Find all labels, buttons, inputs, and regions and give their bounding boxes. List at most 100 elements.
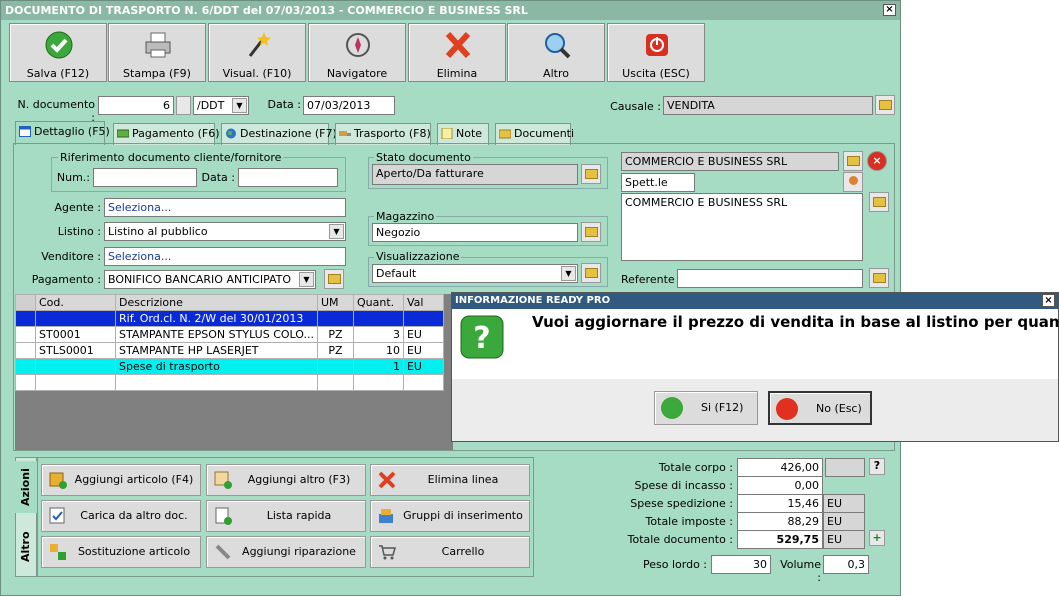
magnifier-icon bbox=[545, 33, 571, 59]
help-button[interactable]: ? bbox=[869, 458, 885, 475]
add-other-button[interactable]: Aggiungi altro (F3) bbox=[206, 464, 366, 496]
tab-pagamento[interactable]: Pagamento (F6) bbox=[113, 123, 220, 145]
delete-line-button[interactable]: Elimina linea bbox=[370, 464, 530, 496]
ref-num-input[interactable] bbox=[93, 168, 197, 187]
table-row[interactable]: Spese di trasporto 1 EU bbox=[15, 358, 444, 375]
lines-table[interactable]: Cod. Descrizione UM Quant. Val Rif. Ord.cl. … bbox=[15, 294, 444, 391]
delete-x-icon bbox=[378, 471, 396, 489]
referente-folder-button[interactable] bbox=[869, 268, 889, 288]
volume-label: Volume : bbox=[780, 558, 821, 584]
table-row[interactable]: STLS0001 STAMPANTE HP LASERJET PZ 10 EU bbox=[15, 342, 444, 359]
stato-folder-button[interactable] bbox=[581, 164, 601, 184]
series-select[interactable]: /DDT ▼ bbox=[193, 96, 249, 115]
printer-icon bbox=[145, 32, 171, 58]
add-total-icon[interactable]: + bbox=[869, 530, 885, 546]
doc-number-input[interactable]: 6 bbox=[98, 96, 174, 115]
navigator-button[interactable]: Navigatore bbox=[308, 23, 406, 82]
pagamento-folder-button[interactable] bbox=[324, 269, 344, 289]
tab-destinazione[interactable]: Destinazione (F7) bbox=[221, 123, 337, 145]
power-icon bbox=[646, 34, 668, 56]
table-row[interactable] bbox=[15, 374, 444, 391]
checklist-icon bbox=[49, 507, 65, 524]
cart-button[interactable]: Carrello bbox=[370, 536, 530, 568]
yes-button[interactable]: Si (F12) bbox=[654, 391, 758, 425]
magazzino-folder-button[interactable] bbox=[581, 222, 601, 242]
totale-corpo-extra bbox=[825, 458, 865, 477]
delete-button[interactable]: Elimina bbox=[408, 23, 506, 82]
tab-azioni[interactable]: Azioni bbox=[15, 461, 37, 513]
add-article-button[interactable]: Aggiungi articolo (F4) bbox=[41, 464, 201, 496]
reference-group-title: Riferimento documento cliente/fornitore bbox=[58, 151, 284, 164]
tab-note[interactable]: Note bbox=[437, 123, 489, 145]
visualizzazione-folder-button[interactable] bbox=[581, 263, 601, 283]
dialog-close-button[interactable]: × bbox=[1042, 294, 1055, 307]
ref-num-label: Num.: bbox=[56, 171, 90, 184]
preview-button[interactable]: Visual. (F10) bbox=[208, 23, 306, 82]
magazzino-title: Magazzino bbox=[374, 210, 437, 223]
load-from-doc-button[interactable]: Carica da altro doc. bbox=[41, 500, 201, 532]
document-icon bbox=[215, 507, 232, 525]
date-input[interactable]: 07/03/2013 bbox=[303, 96, 395, 115]
visualizzazione-select[interactable]: Default ▼ bbox=[372, 264, 578, 283]
spese-spedizione-value[interactable]: 15,46 bbox=[737, 494, 823, 513]
customer-address-text[interactable]: COMMERCIO E BUSINESS SRL bbox=[621, 193, 863, 261]
pagamento-select[interactable]: BONIFICO BANCARIO ANTICIPATO ▼ bbox=[104, 270, 316, 289]
quick-list-button[interactable]: Lista rapida bbox=[206, 500, 366, 532]
insert-groups-button[interactable]: Gruppi di inserimento bbox=[370, 500, 530, 532]
venditore-input[interactable]: Seleziona... bbox=[104, 247, 346, 266]
swap-icon bbox=[50, 544, 66, 560]
compass-icon bbox=[346, 33, 370, 57]
tab-documenti[interactable]: Documenti bbox=[495, 123, 574, 145]
peso-lordo-label: Peso lordo : bbox=[643, 558, 707, 571]
address-folder-button[interactable] bbox=[869, 192, 889, 212]
folder-icon bbox=[499, 129, 511, 139]
customer-name-input[interactable]: COMMERCIO E BUSINESS SRL bbox=[621, 152, 839, 171]
col-um[interactable]: UM bbox=[316, 294, 354, 311]
agente-input[interactable]: Seleziona... bbox=[104, 198, 346, 217]
print-button[interactable]: Stampa (F9) bbox=[108, 23, 206, 82]
other-button[interactable]: Altro bbox=[507, 23, 605, 82]
volume-value[interactable]: 0,3 bbox=[823, 555, 869, 574]
spese-spedizione-label: Spese spedizione : bbox=[630, 497, 733, 510]
listino-select[interactable]: Listino al pubblico ▼ bbox=[104, 222, 346, 241]
spedizione-currency: EU bbox=[823, 494, 865, 513]
customer-folder-button[interactable] bbox=[843, 151, 863, 171]
tab-trasporto[interactable]: Trasporto (F8) bbox=[335, 123, 431, 145]
customer-remove-icon[interactable]: × bbox=[867, 151, 887, 171]
dialog-message: Vuoi aggiornare il prezzo di vendita in … bbox=[532, 313, 1059, 331]
exit-button[interactable]: Uscita (ESC) bbox=[607, 23, 705, 82]
referente-input[interactable] bbox=[677, 269, 863, 288]
replace-article-button[interactable]: Sostituzione articolo bbox=[41, 536, 201, 568]
folder-icon bbox=[585, 268, 598, 278]
table-row[interactable]: ST0001 STAMPANTE EPSON STYLUS COLO... PZ 3 E… bbox=[15, 326, 444, 343]
imposte-currency: EU bbox=[823, 512, 865, 531]
spese-incasso-label: Spese di incasso : bbox=[634, 479, 733, 492]
documento-currency: EU bbox=[823, 530, 865, 549]
tab-altro[interactable]: Altro bbox=[15, 521, 37, 573]
totale-corpo-label: Totale corpo : bbox=[658, 461, 733, 474]
add-repair-button[interactable]: Aggiungi riparazione bbox=[206, 536, 366, 568]
col-descrizione[interactable]: Descrizione bbox=[115, 294, 318, 311]
calendar-icon bbox=[19, 126, 31, 137]
save-button[interactable]: Salva (F12) bbox=[9, 23, 107, 82]
magazzino-input[interactable]: Negozio bbox=[372, 223, 578, 242]
spese-incasso-value[interactable]: 0,00 bbox=[737, 476, 823, 495]
no-button[interactable]: No (Esc) bbox=[768, 391, 872, 425]
peso-lordo-value[interactable]: 30 bbox=[711, 555, 771, 574]
doc-number-button[interactable] bbox=[176, 96, 191, 115]
causale-folder-button[interactable] bbox=[875, 95, 895, 115]
causale-input[interactable]: VENDITA bbox=[663, 96, 873, 115]
ref-date-input[interactable] bbox=[238, 168, 338, 187]
window-close-button[interactable]: × bbox=[883, 4, 896, 16]
salutation-input[interactable]: Spett.le bbox=[621, 173, 695, 192]
folder-icon bbox=[873, 273, 886, 283]
tab-dettaglio[interactable]: Dettaglio (F5) bbox=[15, 121, 110, 145]
col-cod[interactable]: Cod. bbox=[35, 294, 116, 311]
add-box-icon bbox=[49, 472, 67, 489]
table-row[interactable]: Rif. Ord.cl. N. 2/W del 30/01/2013 bbox=[15, 310, 444, 327]
col-quant[interactable]: Quant. bbox=[352, 294, 404, 311]
col-val[interactable]: Val bbox=[402, 294, 444, 311]
person-icon[interactable] bbox=[843, 172, 863, 192]
stack-icon bbox=[379, 509, 393, 523]
close-icon bbox=[776, 398, 798, 420]
